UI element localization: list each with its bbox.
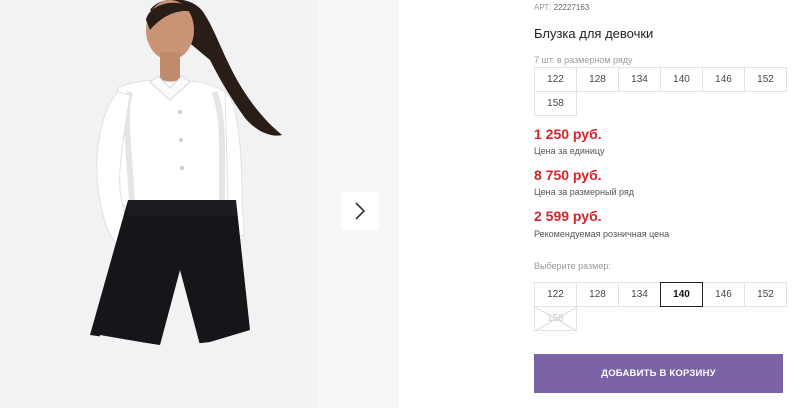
product-sku: АРТ: 22227163 <box>534 3 589 12</box>
size-option-unavailable: 158 <box>534 306 577 331</box>
size-option[interactable]: 146 <box>702 282 745 307</box>
pack-size: 122 <box>534 67 577 92</box>
product-photo <box>0 0 317 408</box>
pack-size: 146 <box>702 67 745 92</box>
size-option[interactable]: 128 <box>576 282 619 307</box>
pack-size: 128 <box>576 67 619 92</box>
size-option-selected[interactable]: 140 <box>660 282 703 307</box>
sku-value: 22227163 <box>553 3 590 12</box>
gallery-next-button[interactable] <box>341 192 379 230</box>
pack-label: 7 шт. в размерном ряду <box>534 55 633 65</box>
unit-price: 1 250 руб. <box>534 126 602 142</box>
unavailable-cross-icon <box>535 307 577 331</box>
product-photo-illustration <box>0 0 317 408</box>
size-option[interactable]: 134 <box>618 282 661 307</box>
add-to-cart-button[interactable]: ДОБАВИТЬ В КОРЗИНУ <box>534 354 783 393</box>
retail-price-caption: Рекомендуемая розничная цена <box>534 229 670 239</box>
pack-size: 134 <box>618 67 661 92</box>
pack-size: 152 <box>744 67 787 92</box>
size-option[interactable]: 122 <box>534 282 577 307</box>
retail-price: 2 599 руб. <box>534 208 602 224</box>
pack-price: 8 750 руб. <box>534 167 602 183</box>
pack-price-caption: Цена за размерный ряд <box>534 187 635 197</box>
product-title: Блузка для девочки <box>534 26 654 41</box>
size-select-grid: 122 128 134 140 146 152 158 <box>534 282 787 331</box>
chevron-right-icon <box>355 202 366 220</box>
size-option[interactable]: 152 <box>744 282 787 307</box>
pack-size-grid: 122 128 134 140 146 152 158 <box>534 67 787 116</box>
pack-size: 140 <box>660 67 703 92</box>
pack-size: 158 <box>534 91 577 116</box>
sku-label: АРТ: <box>534 3 552 12</box>
unit-price-caption: Цена за единицу <box>534 146 605 156</box>
size-select-label: Выберите размер: <box>534 261 611 271</box>
